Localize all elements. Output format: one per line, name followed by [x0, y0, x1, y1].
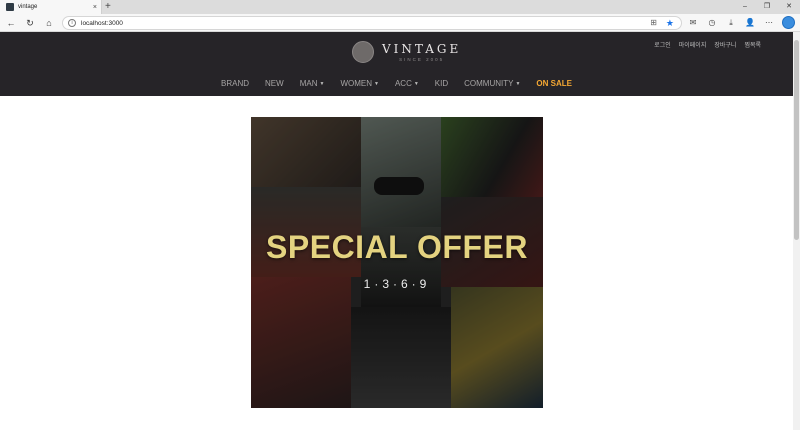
menu-item-new[interactable]: NEW — [257, 79, 292, 88]
main-menu: BRAND NEW MAN ▼ WOMEN ▼ ACC ▼ KID COMMUNITY… — [0, 79, 793, 88]
menu-item-community[interactable]: COMMUNITY ▼ — [456, 79, 528, 88]
restore-button[interactable]: ❐ — [756, 0, 778, 14]
scrollbar-thumb[interactable] — [794, 40, 799, 240]
logo-name: VINTAGE — [382, 42, 462, 56]
banner-dates: 1·3·6·9 — [363, 277, 431, 291]
chevron-down-icon: ▼ — [374, 80, 379, 87]
menu-item-man[interactable]: MAN ▼ — [292, 79, 333, 88]
refresh-icon[interactable]: ↻ — [24, 17, 36, 29]
chevron-down-icon: ▼ — [515, 80, 521, 87]
logo-since: SINCE 2005 — [399, 57, 445, 62]
mypage-link[interactable]: 마이페이지 — [679, 40, 707, 49]
url-text[interactable]: localhost:3000 — [81, 18, 123, 29]
home-icon[interactable]: ⌂ — [43, 17, 55, 29]
site-info-icon[interactable]: i — [68, 19, 76, 27]
profile-avatar[interactable] — [782, 16, 795, 29]
site-logo[interactable]: VINTAGE SINCE 2005 — [352, 41, 461, 63]
bookmark-star-icon[interactable]: ★ — [666, 17, 674, 29]
login-link[interactable]: 로그인 — [654, 40, 671, 49]
page-viewport: VINTAGE SINCE 2005 로그인 마이페이지 장바구니 찜목록 BR… — [0, 32, 793, 430]
history-icon[interactable]: ◷ — [706, 17, 718, 29]
more-icon[interactable]: ⋯ — [763, 17, 775, 29]
menu-item-women[interactable]: WOMEN ▼ — [332, 79, 387, 88]
menu-item-acc[interactable]: ACC ▼ — [387, 79, 427, 88]
minimize-button[interactable]: – — [734, 0, 756, 14]
cart-link[interactable]: 장바구니 — [714, 40, 736, 49]
close-window-button[interactable]: ✕ — [778, 0, 800, 14]
account-icon[interactable]: 👤 — [744, 17, 756, 29]
wishlist-link[interactable]: 찜목록 — [744, 40, 761, 49]
special-offer-banner[interactable]: SPECIAL OFFER 1·3·6·9 — [251, 117, 543, 408]
site-header: VINTAGE SINCE 2005 로그인 마이페이지 장바구니 찜목록 BR… — [0, 32, 793, 96]
new-tab-button[interactable]: + — [105, 0, 111, 14]
menu-item-brand[interactable]: BRAND — [213, 79, 257, 88]
logo-emblem-icon — [352, 41, 374, 63]
back-icon[interactable]: ← — [5, 17, 17, 29]
download-icon[interactable]: ⤓ — [725, 17, 737, 29]
mail-icon[interactable]: ✉ — [687, 17, 699, 29]
banner-title: SPECIAL OFFER — [266, 229, 528, 265]
page-scrollbar[interactable] — [793, 32, 800, 430]
chevron-down-icon: ▼ — [413, 80, 419, 87]
favicon-icon — [6, 3, 14, 11]
window-controls: – ❐ ✕ — [734, 0, 800, 14]
browser-tab[interactable]: vintage × — [0, 0, 102, 14]
menu-item-kid[interactable]: KID — [427, 79, 456, 88]
chevron-down-icon: ▼ — [319, 80, 325, 87]
tab-title: vintage — [18, 4, 38, 10]
tab-strip: vintage × + – ❐ ✕ — [0, 0, 800, 14]
reader-mode-icon[interactable]: ⊞ — [650, 17, 657, 29]
menu-item-on-sale[interactable]: ON SALE — [528, 79, 580, 88]
address-toolbar: ← ↻ ⌂ i localhost:3000 ⊞ ★ ✉ ◷ ⤓ 👤 ⋯ — [0, 14, 800, 32]
utility-links: 로그인 마이페이지 장바구니 찜목록 — [654, 40, 761, 49]
address-bar[interactable]: i localhost:3000 ⊞ ★ — [62, 16, 682, 30]
tab-close-icon[interactable]: × — [93, 4, 97, 11]
